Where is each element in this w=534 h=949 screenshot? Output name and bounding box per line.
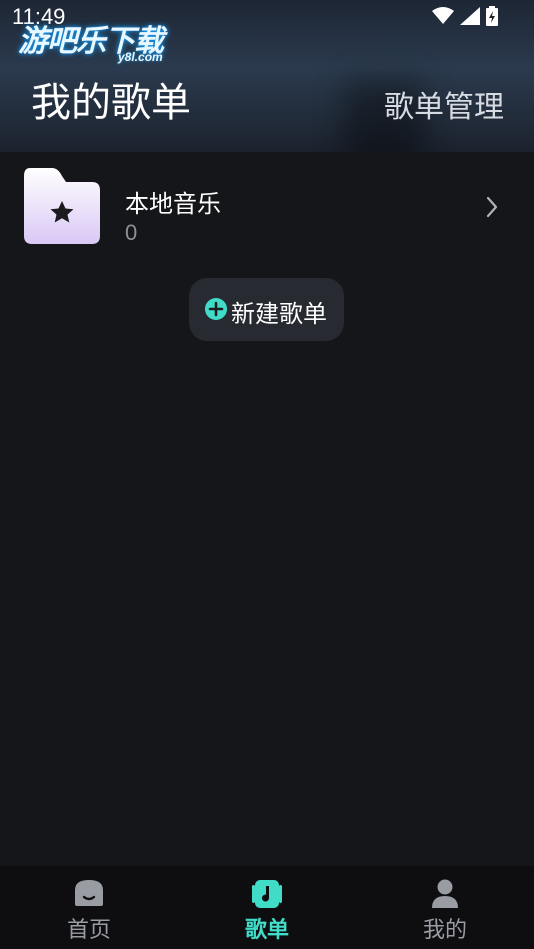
new-playlist-label: 新建歌单 — [231, 300, 327, 328]
person-icon — [432, 879, 458, 908]
tab-playlist-label: 歌单 — [244, 918, 289, 943]
bottom-tab-bar: 首页 歌单 我的 — [0, 866, 534, 949]
chevron-right-icon — [486, 196, 498, 218]
tab-playlist[interactable]: 歌单 — [178, 866, 356, 949]
home-icon — [75, 880, 103, 906]
tab-mine-label: 我的 — [422, 918, 467, 943]
page-title: 我的歌单 — [31, 80, 191, 126]
watermark-logo: 游吧乐下载 y8l.com — [18, 16, 188, 66]
battery-icon — [486, 6, 498, 26]
plus-circle-icon — [205, 298, 227, 320]
folder-star-icon — [24, 168, 100, 244]
tab-home-label: 首页 — [66, 918, 111, 943]
status-icons — [432, 6, 498, 26]
playlist-item-local-music[interactable]: 本地音乐 0 — [0, 160, 534, 252]
new-playlist-button[interactable]: 新建歌单 — [189, 278, 344, 341]
playlist-manage-button[interactable]: 歌单管理 — [384, 82, 504, 126]
wifi-icon — [432, 7, 454, 24]
playlist-title: 本地音乐 — [125, 190, 221, 218]
watermark-domain: y8l.com — [118, 50, 163, 64]
tab-mine[interactable]: 我的 — [356, 866, 534, 949]
signal-icon — [460, 7, 480, 25]
tab-home[interactable]: 首页 — [0, 866, 178, 949]
music-playlist-icon — [252, 880, 282, 908]
playlist-count: 0 — [125, 220, 138, 245]
